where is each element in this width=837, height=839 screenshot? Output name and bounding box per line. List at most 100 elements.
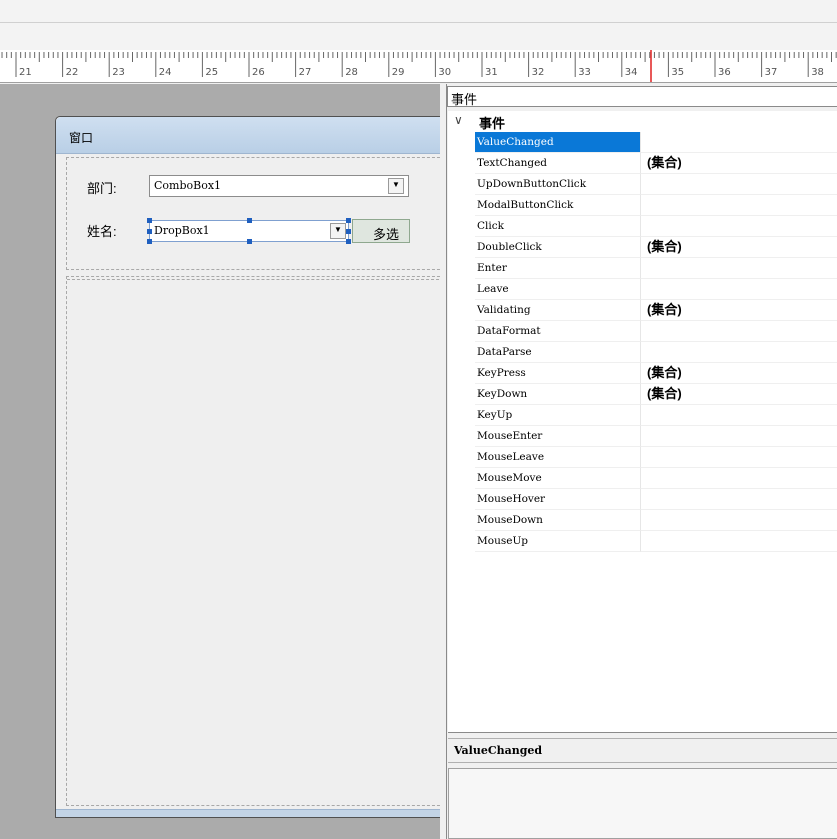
property-value[interactable] [641,279,837,300]
property-value[interactable] [641,468,837,489]
property-row[interactable]: MouseEnter [448,426,837,447]
property-list[interactable]: ∨ 事件 ValueChanged TextChanged (集合) UpDownBu… [448,111,837,733]
property-row[interactable]: DataFormat [448,321,837,342]
resize-handle[interactable] [346,218,351,223]
design-canvas[interactable]: 窗口 部门: ComboBox1 ▼ 姓名: DropBox1 ▼ 多选 [0,84,440,839]
property-name[interactable]: TextChanged [475,153,641,174]
window-title: 窗口 [69,131,94,145]
property-value[interactable] [641,447,837,468]
property-row[interactable]: MouseLeave [448,447,837,468]
multi-select-button-label: 多选 [373,227,400,242]
ruler-label: 24 [159,67,172,78]
grid-panel[interactable] [66,276,440,806]
property-value[interactable] [641,174,837,195]
chevron-down-icon[interactable]: ∨ [454,113,463,127]
property-value[interactable] [641,531,837,552]
property-row[interactable]: Click [448,216,837,237]
property-value[interactable]: (集合) [641,153,837,174]
property-name[interactable]: MouseUp [475,531,641,552]
property-value[interactable] [641,510,837,531]
property-row[interactable]: KeyDown (集合) [448,384,837,405]
ruler-label: 27 [299,67,312,78]
property-row[interactable]: ModalButtonClick [448,195,837,216]
resize-handle[interactable] [147,239,152,244]
property-row[interactable]: UpDownButtonClick [448,174,837,195]
resize-handle[interactable] [247,218,252,223]
multi-select-button[interactable]: 多选 [352,219,410,243]
property-name[interactable]: KeyPress [475,363,641,384]
property-row[interactable]: Validating (集合) [448,300,837,321]
property-row[interactable]: Enter [448,258,837,279]
property-row[interactable]: DoubleClick (集合) [448,237,837,258]
property-name[interactable]: KeyDown [475,384,641,405]
property-name[interactable]: Enter [475,258,641,279]
resize-handle[interactable] [346,239,351,244]
property-name[interactable]: MouseDown [475,510,641,531]
property-value[interactable]: (集合) [641,384,837,405]
property-value[interactable] [641,216,837,237]
property-value[interactable] [641,132,837,153]
chevron-down-icon[interactable]: ▼ [330,223,346,239]
property-name[interactable]: ModalButtonClick [475,195,641,216]
property-value[interactable] [641,426,837,447]
name-dropbox[interactable]: DropBox1 ▼ [147,218,351,244]
property-value[interactable]: (集合) [641,300,837,321]
property-value[interactable]: (集合) [641,237,837,258]
property-value[interactable]: (集合) [641,363,837,384]
property-row[interactable]: Leave [448,279,837,300]
property-name[interactable]: DoubleClick [475,237,641,258]
horizontal-ruler: 21 22 23 24 25 26 27 28 29 30 31 32 33 34 35 36 37 38 [0,50,837,83]
property-row[interactable]: MouseUp [448,531,837,552]
category-row-events[interactable]: ∨ 事件 [448,111,837,132]
property-search-input[interactable]: 事件 [447,86,837,107]
property-name[interactable]: Click [475,216,641,237]
property-row[interactable]: MouseDown [448,510,837,531]
property-name[interactable]: DataFormat [475,321,641,342]
property-row[interactable]: MouseMove [448,468,837,489]
toolbar-gap [0,23,837,50]
property-row[interactable]: KeyPress (集合) [448,363,837,384]
ruler-label: 21 [19,67,32,78]
ruler-label: 25 [205,67,218,78]
property-name[interactable]: DataParse [475,342,641,363]
name-label: 姓名: [87,224,117,239]
ruler-label: 34 [625,67,638,78]
property-value[interactable] [641,489,837,510]
property-value[interactable] [641,405,837,426]
resize-handle[interactable] [346,229,351,234]
department-combobox-value: ComboBox1 [154,179,222,192]
property-name[interactable]: ValueChanged [475,132,641,153]
property-name[interactable]: Validating [475,300,641,321]
property-row[interactable]: ValueChanged [448,132,837,153]
property-row[interactable]: DataParse [448,342,837,363]
property-name[interactable]: MouseMove [475,468,641,489]
property-row[interactable]: TextChanged (集合) [448,153,837,174]
window-title-bar[interactable]: 窗口 [56,117,440,154]
property-name[interactable]: MouseEnter [475,426,641,447]
property-row[interactable]: MouseHover [448,489,837,510]
grid-panel-divider [67,277,440,280]
resize-handle[interactable] [247,239,252,244]
ruler-label: 28 [345,67,358,78]
property-name[interactable]: Leave [475,279,641,300]
ruler-label: 26 [252,67,265,78]
department-combobox[interactable]: ComboBox1 ▼ [149,175,409,197]
property-name[interactable]: MouseLeave [475,447,641,468]
resize-handle[interactable] [147,229,152,234]
ruler-label: 23 [112,67,125,78]
form-panel[interactable]: 部门: ComboBox1 ▼ 姓名: DropBox1 ▼ 多选 [66,157,440,270]
property-name[interactable]: KeyUp [475,405,641,426]
property-row[interactable]: KeyUp [448,405,837,426]
property-value[interactable] [641,258,837,279]
designed-window[interactable]: 窗口 部门: ComboBox1 ▼ 姓名: DropBox1 ▼ 多选 [55,116,440,818]
category-label: 事件 [479,116,506,131]
property-name[interactable]: UpDownButtonClick [475,174,641,195]
property-value[interactable] [641,195,837,216]
property-value[interactable] [641,342,837,363]
description-title: ValueChanged [454,744,543,757]
ruler-label: 33 [578,67,591,78]
property-value[interactable] [641,321,837,342]
property-name[interactable]: MouseHover [475,489,641,510]
resize-handle[interactable] [147,218,152,223]
chevron-down-icon[interactable]: ▼ [388,178,404,194]
